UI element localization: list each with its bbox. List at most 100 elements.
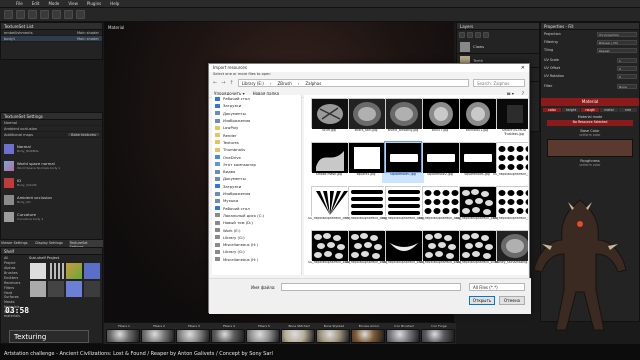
file-item[interactable]: SS_ReptileAlphaPack_pebbleScales.bmp — [456, 186, 498, 228]
map-slot[interactable]: World space normal World Space Normals bo… — [4, 157, 99, 174]
search-input[interactable]: Search: Zalphas — [473, 79, 525, 87]
nav-item[interactable]: Этот компьютер — [212, 161, 301, 168]
nav-item[interactable]: Miscellaneous (H:) — [212, 256, 301, 263]
nav-item[interactable]: Изображения — [212, 190, 301, 197]
nav-item[interactable]: Miscellaneous (H:) — [212, 241, 301, 248]
back-arrow-icon[interactable]: ← — [213, 80, 217, 86]
breadcrumb-item[interactable]: Library (E:) — [242, 81, 264, 86]
material-thumbnail[interactable]: Fibers 2 — [141, 324, 175, 343]
shelf-thumb[interactable] — [30, 281, 46, 297]
menu-edit[interactable]: Edit — [32, 1, 40, 6]
tab-viewer-settings[interactable]: Viewer Settings — [0, 240, 34, 247]
menu-file[interactable]: File — [16, 1, 23, 6]
texture-set-shader[interactable]: Main shader — [77, 31, 99, 35]
file-item[interactable]: squarehole2.jpg — [419, 142, 461, 184]
menu-help[interactable]: Help — [110, 1, 119, 6]
material-thumbnail[interactable]: Fibers 5 — [246, 324, 280, 343]
material-thumbnail[interactable]: Iron Forge — [421, 324, 455, 343]
nav-item[interactable]: Новый том (D:) — [212, 219, 301, 226]
material-thumbnail[interactable]: Iron Brushed — [386, 324, 420, 343]
layer-row[interactable]: Claws — [457, 40, 539, 54]
nav-item[interactable]: Library (G:) — [212, 248, 301, 255]
file-item[interactable]: SS_ReptileAlphaPack_scalesCurvedSmall.bm… — [382, 230, 424, 272]
dialog-close-icon[interactable]: ✕ — [521, 65, 525, 71]
nav-item[interactable]: LowPoly — [212, 124, 301, 131]
file-item[interactable]: SmallFOS-MOD Trustless.jpg — [493, 98, 528, 140]
file-item[interactable]: shield_amazing.jpg — [382, 98, 424, 140]
filter-dropdown[interactable]: None — [617, 84, 637, 89]
material-thumbnail[interactable]: Bone Stylized — [316, 324, 350, 343]
file-item[interactable]: shark_skin.jpg — [345, 98, 387, 140]
open-button[interactable]: Открыть — [469, 296, 495, 305]
nav-item[interactable]: Музыка — [212, 197, 301, 204]
menu-plugins[interactable]: Plugins — [87, 1, 101, 6]
nav-item[interactable]: Загрузки — [212, 102, 301, 109]
file-item[interactable]: SS_ReptileAlphaPack_scalesCluster2.bmp — [308, 230, 350, 272]
prop-filtering-dropdown[interactable]: Bilinear | HQ — [597, 40, 637, 45]
add-layer-icon[interactable] — [459, 32, 465, 38]
file-item[interactable]: scuff.jpg — [308, 98, 350, 140]
shelf-thumb[interactable] — [84, 263, 100, 279]
add-mask-icon[interactable] — [475, 32, 481, 38]
nav-item[interactable]: Textures — [212, 139, 301, 146]
material-thumbnail[interactable]: Fibers 4 — [211, 324, 245, 343]
cancel-button[interactable]: Отмена — [499, 296, 525, 305]
map-slot[interactable]: Ambient occlusion Body_AO — [4, 191, 99, 208]
map-slot[interactable]: ID Body_COLOR — [4, 174, 99, 191]
up-arrow-icon[interactable]: ↑ — [229, 80, 233, 86]
file-item[interactable]: SS_ReptileAlphaPack_longScales.bmp — [382, 186, 424, 228]
shelf-thumb[interactable] — [48, 263, 64, 279]
material-thumbnail[interactable]: Bronze Armor — [351, 324, 385, 343]
file-item[interactable]: square1.jpg — [345, 142, 387, 184]
shelf-thumb[interactable] — [30, 263, 46, 279]
channel-rough-button[interactable]: rough — [581, 108, 599, 112]
file-item[interactable]: SS_ReptileAlphaPack_bumpScales.bmp — [493, 142, 528, 184]
delete-layer-icon[interactable] — [483, 32, 489, 38]
uv-rotation-slider[interactable]: 0 — [617, 74, 637, 79]
nav-item[interactable]: Изображения — [212, 117, 301, 124]
breadcrumb-item[interactable]: Zalphas — [305, 81, 321, 86]
tab-texture-set-settings[interactable]: TextureSet Settings — [68, 240, 103, 249]
nav-item[interactable]: Library (G:) — [212, 234, 301, 241]
nav-item[interactable]: Локальный диск (C:) — [212, 212, 301, 219]
texture-set-shader[interactable]: Main shader — [77, 37, 99, 41]
picker-tool-icon[interactable] — [76, 10, 85, 19]
nav-item[interactable]: Thumbnails — [212, 146, 301, 153]
nav-item[interactable]: Рабочий стол — [212, 95, 301, 102]
nav-item[interactable]: Загрузки — [212, 183, 301, 190]
channel-metal-button[interactable]: metal — [600, 108, 618, 112]
file-item[interactable]: SS_ReptileAlphaPack_scalesCurved.bmp — [419, 230, 461, 272]
shelf-thumb[interactable] — [84, 281, 100, 297]
file-item[interactable]: SS_ReptileAlphaPack_scalesCluster3.bmp — [345, 230, 387, 272]
polygon-fill-icon[interactable] — [40, 10, 49, 19]
breadcrumb-item[interactable]: ZBrush — [277, 81, 291, 86]
map-slot[interactable]: Normal Body_NORMAL — [4, 140, 99, 157]
texture-set-row[interactable]: body1 Main shader — [1, 36, 102, 42]
uv-offset-slider[interactable]: 0 — [617, 66, 637, 71]
forward-arrow-icon[interactable]: → — [221, 80, 225, 86]
file-item[interactable]: skin07.jpg — [419, 98, 461, 140]
uv-scale-slider[interactable]: 1 — [617, 58, 637, 63]
shelf-thumb[interactable] — [66, 281, 82, 297]
bake-textures-button[interactable]: Bake textures — [68, 133, 99, 137]
nav-item[interactable]: Рабочий стол — [212, 204, 301, 211]
prop-tiling-dropdown[interactable]: Repeat — [597, 48, 637, 53]
prop-projection-dropdown[interactable]: UV projection — [597, 32, 637, 37]
file-item[interactable]: SS_ReptileAlphaPack_longFlexScales.bmp — [345, 186, 387, 228]
tab-display-settings[interactable]: Display Settings — [34, 240, 68, 247]
eraser-tool-icon[interactable] — [16, 10, 25, 19]
channel-color-button[interactable]: color — [543, 108, 561, 112]
map-slot[interactable]: Curvature Curvature body 1 — [4, 208, 99, 225]
base-color-swatch[interactable] — [547, 139, 633, 157]
channel-nrm-button[interactable]: nrm — [619, 108, 637, 112]
paint-tool-icon[interactable] — [4, 10, 13, 19]
material-thumbnail[interactable]: Bone Stitched — [281, 324, 315, 343]
channel-height-button[interactable]: height — [562, 108, 580, 112]
clone-tool-icon[interactable] — [64, 10, 73, 19]
file-item[interactable]: squarehole1.jpg — [382, 141, 424, 184]
menu-view[interactable]: View — [68, 1, 78, 6]
file-item[interactable]: SS_ReptileAlphaPack_circleBumpScales.bmp — [308, 186, 350, 228]
add-fill-icon[interactable] — [467, 32, 473, 38]
nav-item[interactable]: Документы — [212, 110, 301, 117]
filename-input[interactable] — [281, 283, 461, 291]
